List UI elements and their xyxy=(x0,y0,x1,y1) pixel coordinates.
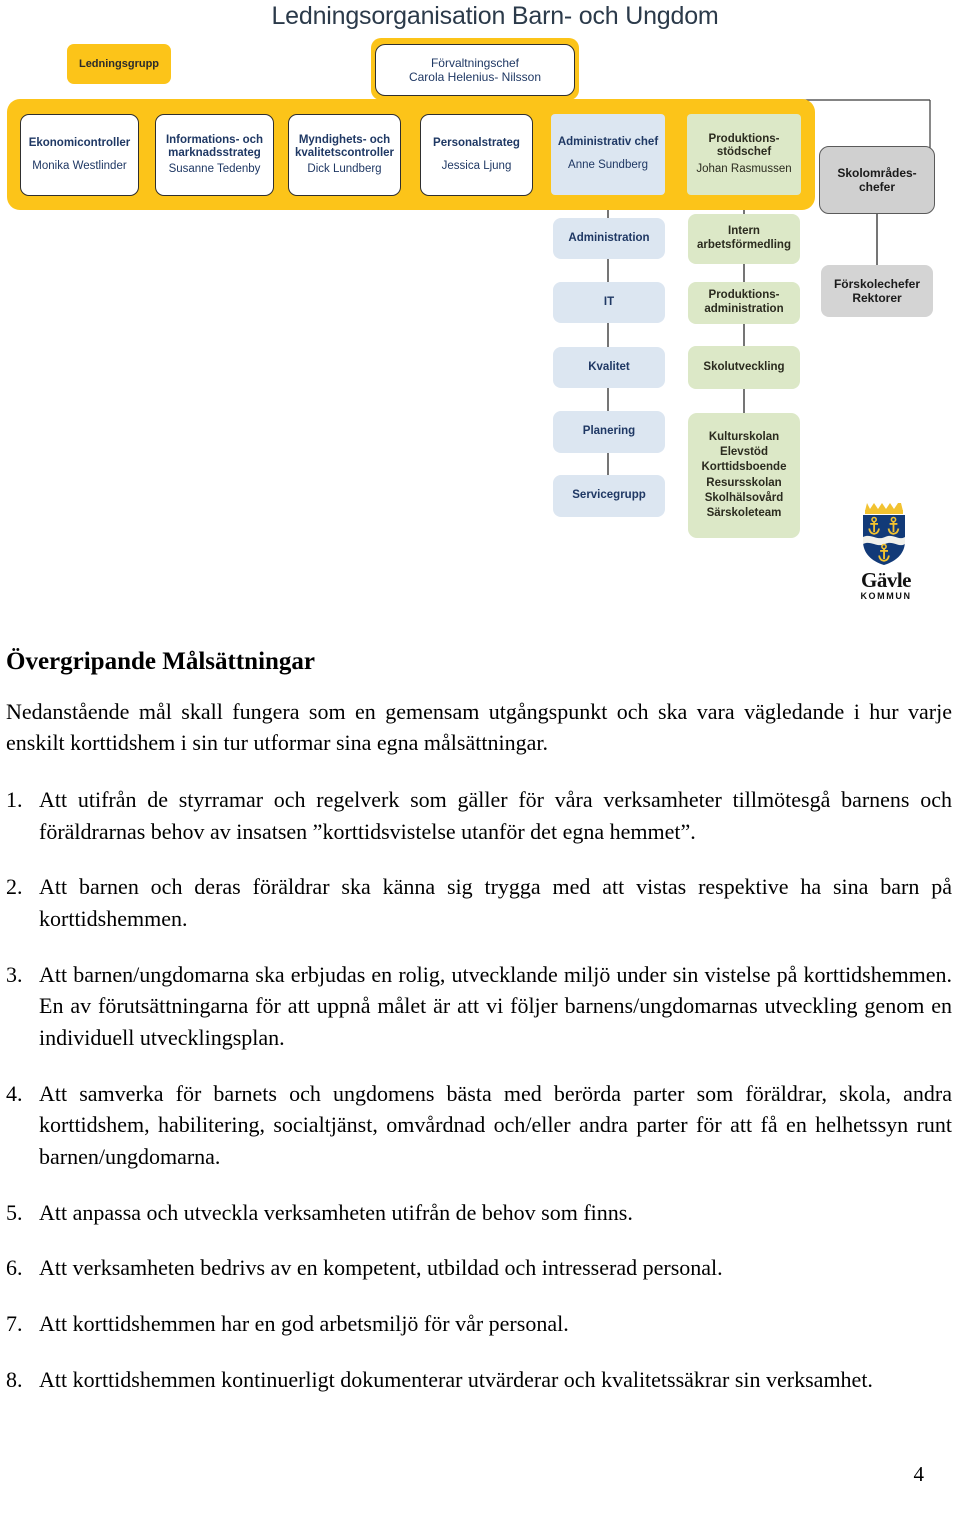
list-item-text: Att korttidshemmen har en god arbetsmilj… xyxy=(39,1311,569,1337)
node-produktionsstodschef-title-line2: stödschef xyxy=(716,146,772,159)
node-myndighetscontroller-title-line1: Myndighets- och xyxy=(298,133,391,146)
node-intern-arbetsformedling: Intern arbetsförmedling xyxy=(688,214,800,264)
org-chart-figure: Ledningsorganisation Barn- och Ungdom Le… xyxy=(0,0,960,630)
node-servicegrupp: Servicegrupp xyxy=(553,475,665,517)
node-myndighetscontroller-name: Dick Lundberg xyxy=(307,162,382,175)
node-ekonomicontroller-name: Monika Westlinder xyxy=(32,159,127,172)
list-item-resursskolan: Resursskolan xyxy=(706,476,782,489)
chart-title: Ledningsorganisation Barn- och Ungdom xyxy=(271,2,719,30)
gavle-kommun-logo: Gävle KOMMUN xyxy=(848,497,924,601)
list-item-text: Att verksamheten bedrivs av en kompetent… xyxy=(39,1255,723,1281)
list-item-number: 1. xyxy=(6,786,23,812)
node-informationsstrateg: Informations- och marknadsstrateg Susann… xyxy=(155,114,274,196)
node-planering: Planering xyxy=(553,411,665,453)
node-kvalitet: Kvalitet xyxy=(553,347,665,388)
node-informationsstrateg-name: Susanne Tedenby xyxy=(168,162,261,175)
node-ledningsgrupp-label: Ledningsgrupp xyxy=(78,57,160,70)
node-personalstrateg-title: Personalstrateg xyxy=(433,136,520,149)
node-administrativ-chef: Administrativ chef Anne Sundberg xyxy=(551,114,665,195)
list-item-number: 6. xyxy=(6,1255,23,1281)
list-item: 1. Att utifrån de styrramar och regelver… xyxy=(6,784,952,847)
node-administrativ-chef-title: Administrativ chef xyxy=(557,136,659,149)
list-item-number: 7. xyxy=(6,1311,23,1337)
list-item-number: 3. xyxy=(6,961,23,987)
node-ekonomicontroller: Ekonomicontroller Monika Westlinder xyxy=(20,114,139,196)
node-forskolechefer-rektorer: Förskolechefer Rektorer xyxy=(821,265,933,317)
list-item: 6. Att verksamheten bedrivs av en kompet… xyxy=(6,1252,952,1284)
list-item-text: Att utifrån de styrramar och regelverk s… xyxy=(39,786,952,844)
node-it: IT xyxy=(553,282,665,323)
node-intern-arbetsformedling-line2: arbetsförmedling xyxy=(697,239,791,251)
intro-paragraph: Nedanstående mål skall fungera som en ge… xyxy=(6,698,952,755)
node-it-label: IT xyxy=(603,295,615,308)
list-item-kulturskolan: Kulturskolan xyxy=(708,430,780,443)
node-produktionsstodschef: Produktions- stödschef Johan Rasmussen xyxy=(687,114,801,195)
gavle-logo-submark: KOMMUN xyxy=(860,591,912,601)
node-personalstrateg-name: Jessica Ljung xyxy=(441,159,512,172)
node-informationsstrateg-title-line1: Informations- och xyxy=(165,133,264,146)
node-forvaltningschef-name: Carola Helenius- Nilsson xyxy=(408,70,542,84)
node-skolutveckling: Skolutveckling xyxy=(688,346,800,389)
list-item-elevstod: Elevstöd xyxy=(720,446,768,459)
node-personalstrateg: Personalstrateg Jessica Ljung xyxy=(420,114,533,196)
node-myndighetscontroller: Myndighets- och kvalitetscontroller Dick… xyxy=(288,114,401,196)
list-item: 5. Att anpassa och utveckla verksamheten… xyxy=(6,1197,952,1229)
node-forvaltningschef: Förvaltningschef Carola Helenius- Nilsso… xyxy=(375,44,575,96)
node-kvalitet-label: Kvalitet xyxy=(588,360,630,373)
list-item-number: 8. xyxy=(6,1366,23,1392)
list-item-sarskoleteam: Särskoleteam xyxy=(706,506,782,519)
node-forvaltningschef-title: Förvaltningschef xyxy=(430,55,520,70)
node-administrativ-chef-name: Anne Sundberg xyxy=(568,159,648,171)
node-administration-label: Administration xyxy=(568,231,650,244)
list-item: 8. Att korttidshemmen kontinuerligt doku… xyxy=(6,1364,952,1396)
node-skolutveckling-label: Skolutveckling xyxy=(703,360,785,373)
list-item-number: 2. xyxy=(6,874,23,900)
list-item-number: 5. xyxy=(6,1199,23,1225)
page-number: 4 xyxy=(913,1462,925,1486)
node-forskolechefer-line2: Rektorer xyxy=(852,291,902,305)
node-planering-label: Planering xyxy=(582,425,636,438)
list-item: 4. Att samverka för barnets och ungdomen… xyxy=(6,1078,952,1173)
gavle-coat-of-arms-icon xyxy=(863,503,905,565)
node-produktionsadministration: Produktions- administration xyxy=(688,282,800,324)
node-administration: Administration xyxy=(553,218,665,259)
list-item-text: Att korttidshemmen kontinuerligt dokumen… xyxy=(39,1366,873,1392)
list-item-text: Att anpassa och utveckla verksamheten ut… xyxy=(39,1199,633,1225)
list-item-text: Att barnen och deras föräldrar ska känna… xyxy=(39,874,952,931)
list-item-number: 4. xyxy=(6,1080,23,1106)
goals-list: 1. Att utifrån de styrramar och regelver… xyxy=(6,784,952,1395)
document-body: Övergripande Målsättningar Nedanstående … xyxy=(0,648,960,1419)
node-informationsstrateg-title-line2: marknadsstrateg xyxy=(168,147,261,160)
node-ledningsgrupp: Ledningsgrupp xyxy=(67,44,171,84)
list-item: 3. Att barnen/ungdomarna ska erbjudas en… xyxy=(6,959,952,1054)
list-item-korttidsboende: Korttidsboende xyxy=(701,461,787,474)
node-produktionsstodschef-title-line1: Produktions- xyxy=(708,132,780,145)
list-item-skolhalsovard: Skolhälsovård xyxy=(704,491,784,504)
node-skolomradeschefer: Skolområdes- chefer xyxy=(819,146,935,214)
node-forskolechefer-line1: Förskolechefer xyxy=(833,276,921,291)
node-skolomradeschefer-line1: Skolområdes- xyxy=(837,165,917,180)
gavle-logo-wordmark: Gävle xyxy=(861,568,912,592)
node-myndighetscontroller-title-line2: kvalitetscontroller xyxy=(294,147,395,160)
list-item: 7. Att korttidshemmen har en god arbetsm… xyxy=(6,1308,952,1340)
node-intern-arbetsformedling-line1: Intern xyxy=(728,225,760,238)
node-skolomradeschefer-line2: chefer xyxy=(858,180,896,194)
node-produktionsadministration-line1: Produktions- xyxy=(708,289,780,302)
list-item-text: Att barnen/ungdomarna ska erbjudas en ro… xyxy=(39,961,952,1050)
node-produktionstjanster-list: Kulturskolan Elevstöd Korttidsboende Res… xyxy=(688,413,800,538)
page-title: Övergripande Målsättningar xyxy=(6,648,316,675)
list-item: 2. Att barnen och deras föräldrar ska kä… xyxy=(6,871,952,934)
node-servicegrupp-label: Servicegrupp xyxy=(572,489,646,502)
list-item-text: Att samverka för barnets och ungdomens b… xyxy=(39,1080,952,1170)
node-produktionsstodschef-name: Johan Rasmussen xyxy=(696,162,792,175)
node-ekonomicontroller-title: Ekonomicontroller xyxy=(28,136,131,149)
node-produktionsadministration-line2: administration xyxy=(704,303,784,315)
